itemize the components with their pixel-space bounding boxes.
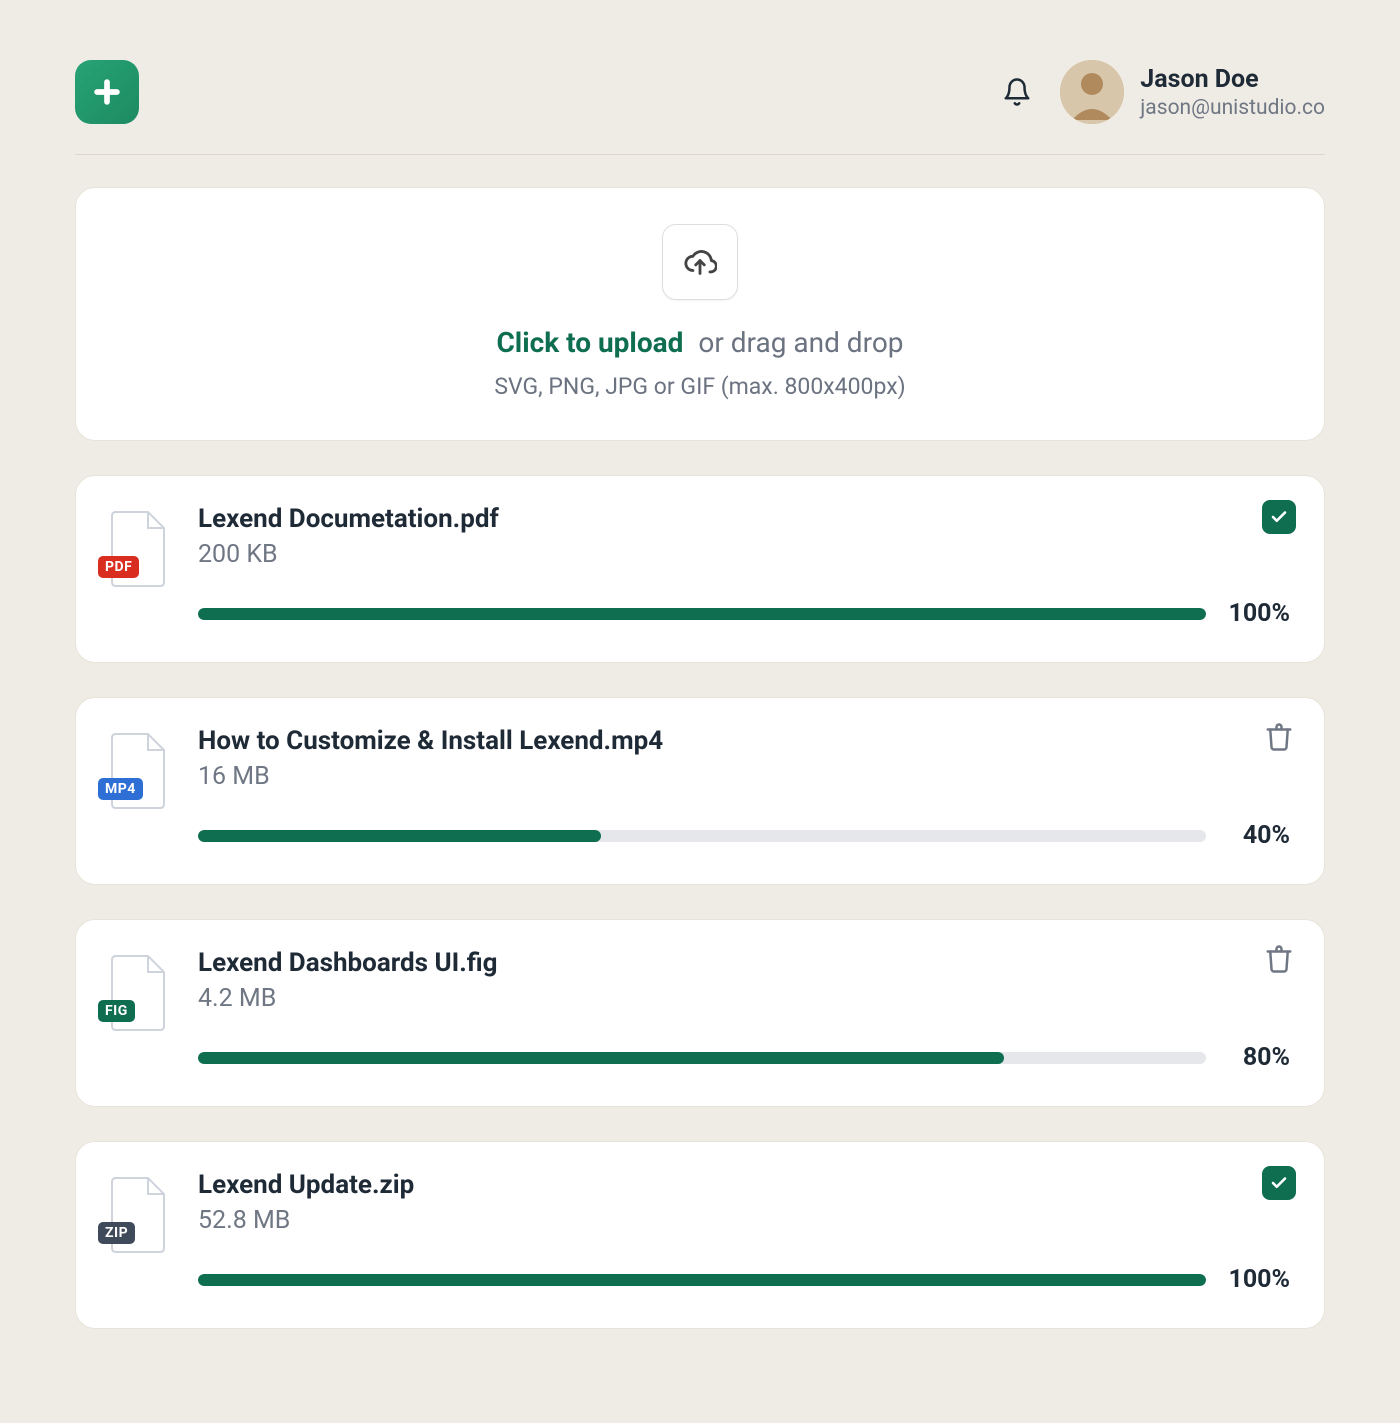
file-name: Lexend Documetation.pdf <box>198 504 1290 534</box>
upload-hint: SVG, PNG, JPG or GIF (max. 800x400px) <box>116 373 1284 400</box>
file-type-icon: FIG <box>104 952 172 1034</box>
file-type-icon: ZIP <box>104 1174 172 1256</box>
file-ext-badge: MP4 <box>98 778 143 800</box>
upload-cta-line: Click to upload or drag and drop <box>116 326 1284 359</box>
file-name: Lexend Update.zip <box>198 1170 1290 1200</box>
user-email: jason@unistudio.co <box>1140 96 1325 120</box>
file-type-icon: PDF <box>104 508 172 590</box>
file-size: 52.8 MB <box>198 1206 1290 1235</box>
progress-fill <box>198 830 601 842</box>
check-icon <box>1262 500 1296 534</box>
progress-fill <box>198 1274 1206 1286</box>
cloud-upload-icon <box>683 245 717 279</box>
progress-percent: 80% <box>1226 1043 1290 1072</box>
progress-bar <box>198 608 1206 620</box>
file-card: MP4 How to Customize & Install Lexend.mp4… <box>75 697 1325 885</box>
plus-icon <box>90 75 124 109</box>
file-name: Lexend Dashboards UI.fig <box>198 948 1290 978</box>
progress-percent: 100% <box>1226 599 1290 628</box>
header: Jason Doe jason@unistudio.co <box>75 60 1325 155</box>
progress-fill <box>198 608 1206 620</box>
notifications-button[interactable] <box>1002 77 1032 107</box>
file-ext-badge: PDF <box>98 556 139 578</box>
file-name: How to Customize & Install Lexend.mp4 <box>198 726 1290 756</box>
file-ext-badge: FIG <box>98 1000 135 1022</box>
progress-bar <box>198 1052 1206 1064</box>
upload-icon-box <box>662 224 738 300</box>
upload-drag-text: or drag and drop <box>698 326 903 359</box>
trash-icon <box>1264 722 1294 756</box>
file-complete-badge <box>1262 1166 1296 1200</box>
delete-file-button[interactable] <box>1262 944 1296 978</box>
app-logo[interactable] <box>75 60 139 124</box>
user-menu[interactable]: Jason Doe jason@unistudio.co <box>1060 60 1325 124</box>
file-size: 4.2 MB <box>198 984 1290 1013</box>
upload-dropzone[interactable]: Click to upload or drag and drop SVG, PN… <box>75 187 1325 441</box>
progress-fill <box>198 1052 1004 1064</box>
file-size: 200 KB <box>198 540 1290 569</box>
progress-percent: 40% <box>1226 821 1290 850</box>
user-name: Jason Doe <box>1140 65 1325 94</box>
delete-file-button[interactable] <box>1262 722 1296 756</box>
progress-bar <box>198 1274 1206 1286</box>
file-card: PDF Lexend Documetation.pdf 200 KB 100% <box>75 475 1325 663</box>
upload-cta[interactable]: Click to upload <box>496 326 683 359</box>
file-size: 16 MB <box>198 762 1290 791</box>
progress-percent: 100% <box>1226 1265 1290 1294</box>
file-complete-badge <box>1262 500 1296 534</box>
check-icon <box>1262 1166 1296 1200</box>
file-ext-badge: ZIP <box>98 1222 135 1244</box>
progress-bar <box>198 830 1206 842</box>
bell-icon <box>1002 77 1032 107</box>
file-card: ZIP Lexend Update.zip 52.8 MB 100% <box>75 1141 1325 1329</box>
trash-icon <box>1264 944 1294 978</box>
file-type-icon: MP4 <box>104 730 172 812</box>
avatar <box>1060 60 1124 124</box>
file-card: FIG Lexend Dashboards UI.fig 4.2 MB 80% <box>75 919 1325 1107</box>
